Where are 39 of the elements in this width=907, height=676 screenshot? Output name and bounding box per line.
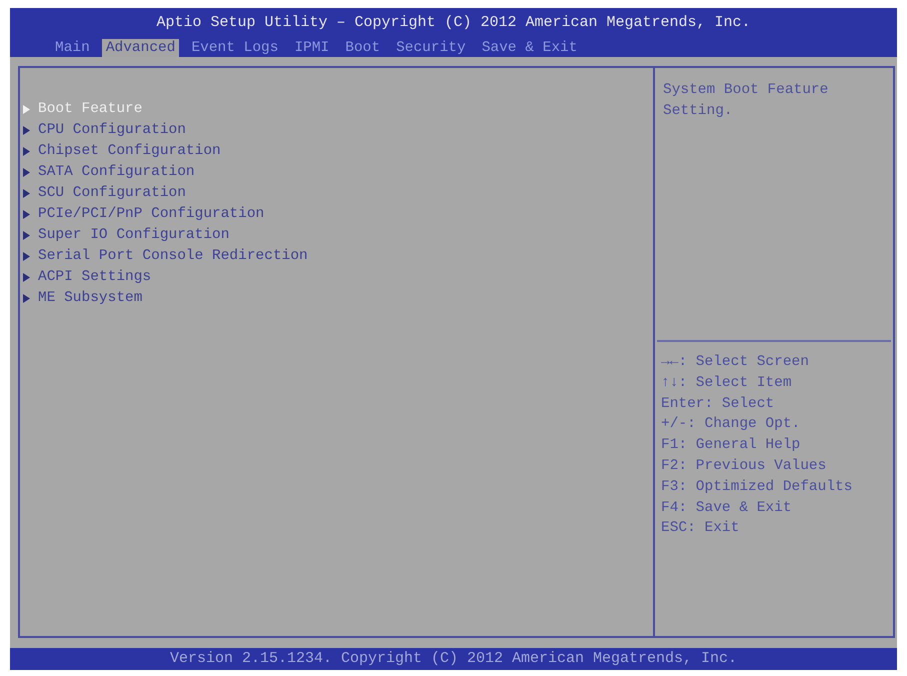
caret-icon <box>23 210 30 219</box>
menu-tab[interactable]: IPMI <box>290 39 334 57</box>
key-hint: F3: Optimized Defaults <box>661 478 854 497</box>
menu-tab[interactable]: Advanced <box>102 39 180 57</box>
menu-item[interactable]: ACPI Settings <box>23 267 653 288</box>
menu-item[interactable]: ME Subsystem <box>23 288 653 309</box>
key-hint: F2: Previous Values <box>661 456 828 476</box>
key-hint: F4: Save & Exit <box>661 498 793 518</box>
status-bar: Version 2.15.1234. Copyright (C) 2012 American Megatrends, Inc. <box>10 648 897 670</box>
caret-icon <box>23 294 30 303</box>
caret-icon <box>23 168 30 177</box>
menu-tab[interactable]: Event Logs <box>187 39 282 57</box>
menu-tab[interactable]: Save & Exit <box>478 39 582 57</box>
menu-item[interactable]: SATA Configuration <box>23 162 653 183</box>
menu-tab[interactable]: Main <box>51 39 94 57</box>
menu-tab[interactable]: Security <box>392 39 470 57</box>
caret-icon <box>23 273 30 282</box>
caret-icon <box>23 105 30 114</box>
menu-item[interactable]: CPU Configuration <box>23 120 653 141</box>
menu-item[interactable]: Super IO Configuration <box>23 225 653 246</box>
caret-icon <box>23 231 30 240</box>
caret-icon <box>23 147 30 156</box>
key-hint: Enter: Select <box>661 394 776 414</box>
menu-item[interactable]: PCIe/PCI/PnP Configuration <box>23 204 653 225</box>
caret-icon <box>23 252 30 261</box>
window-title: Aptio Setup Utility – Copyright (C) 2012 American Megatrends, Inc. <box>155 14 752 32</box>
menu-item[interactable]: Boot Feature <box>23 99 653 120</box>
menu-tab[interactable]: Boot <box>341 39 384 57</box>
key-hint: ↑↓: Select Item <box>661 374 793 393</box>
menu-item[interactable]: Chipset Configuration <box>23 141 653 162</box>
key-hint: →←: Select Screen <box>661 353 810 372</box>
key-hint: ESC: Exit <box>661 519 740 538</box>
key-hint: +/-: Change Opt. <box>661 415 802 434</box>
help-description: System Boot Feature Setting. <box>657 68 891 342</box>
caret-icon <box>23 126 30 135</box>
menu-item[interactable]: Serial Port Console Redirection <box>23 246 653 267</box>
key-hint: F1: General Help <box>661 436 802 456</box>
menu-item[interactable]: SCU Configuration <box>23 183 653 204</box>
caret-icon <box>23 189 30 198</box>
